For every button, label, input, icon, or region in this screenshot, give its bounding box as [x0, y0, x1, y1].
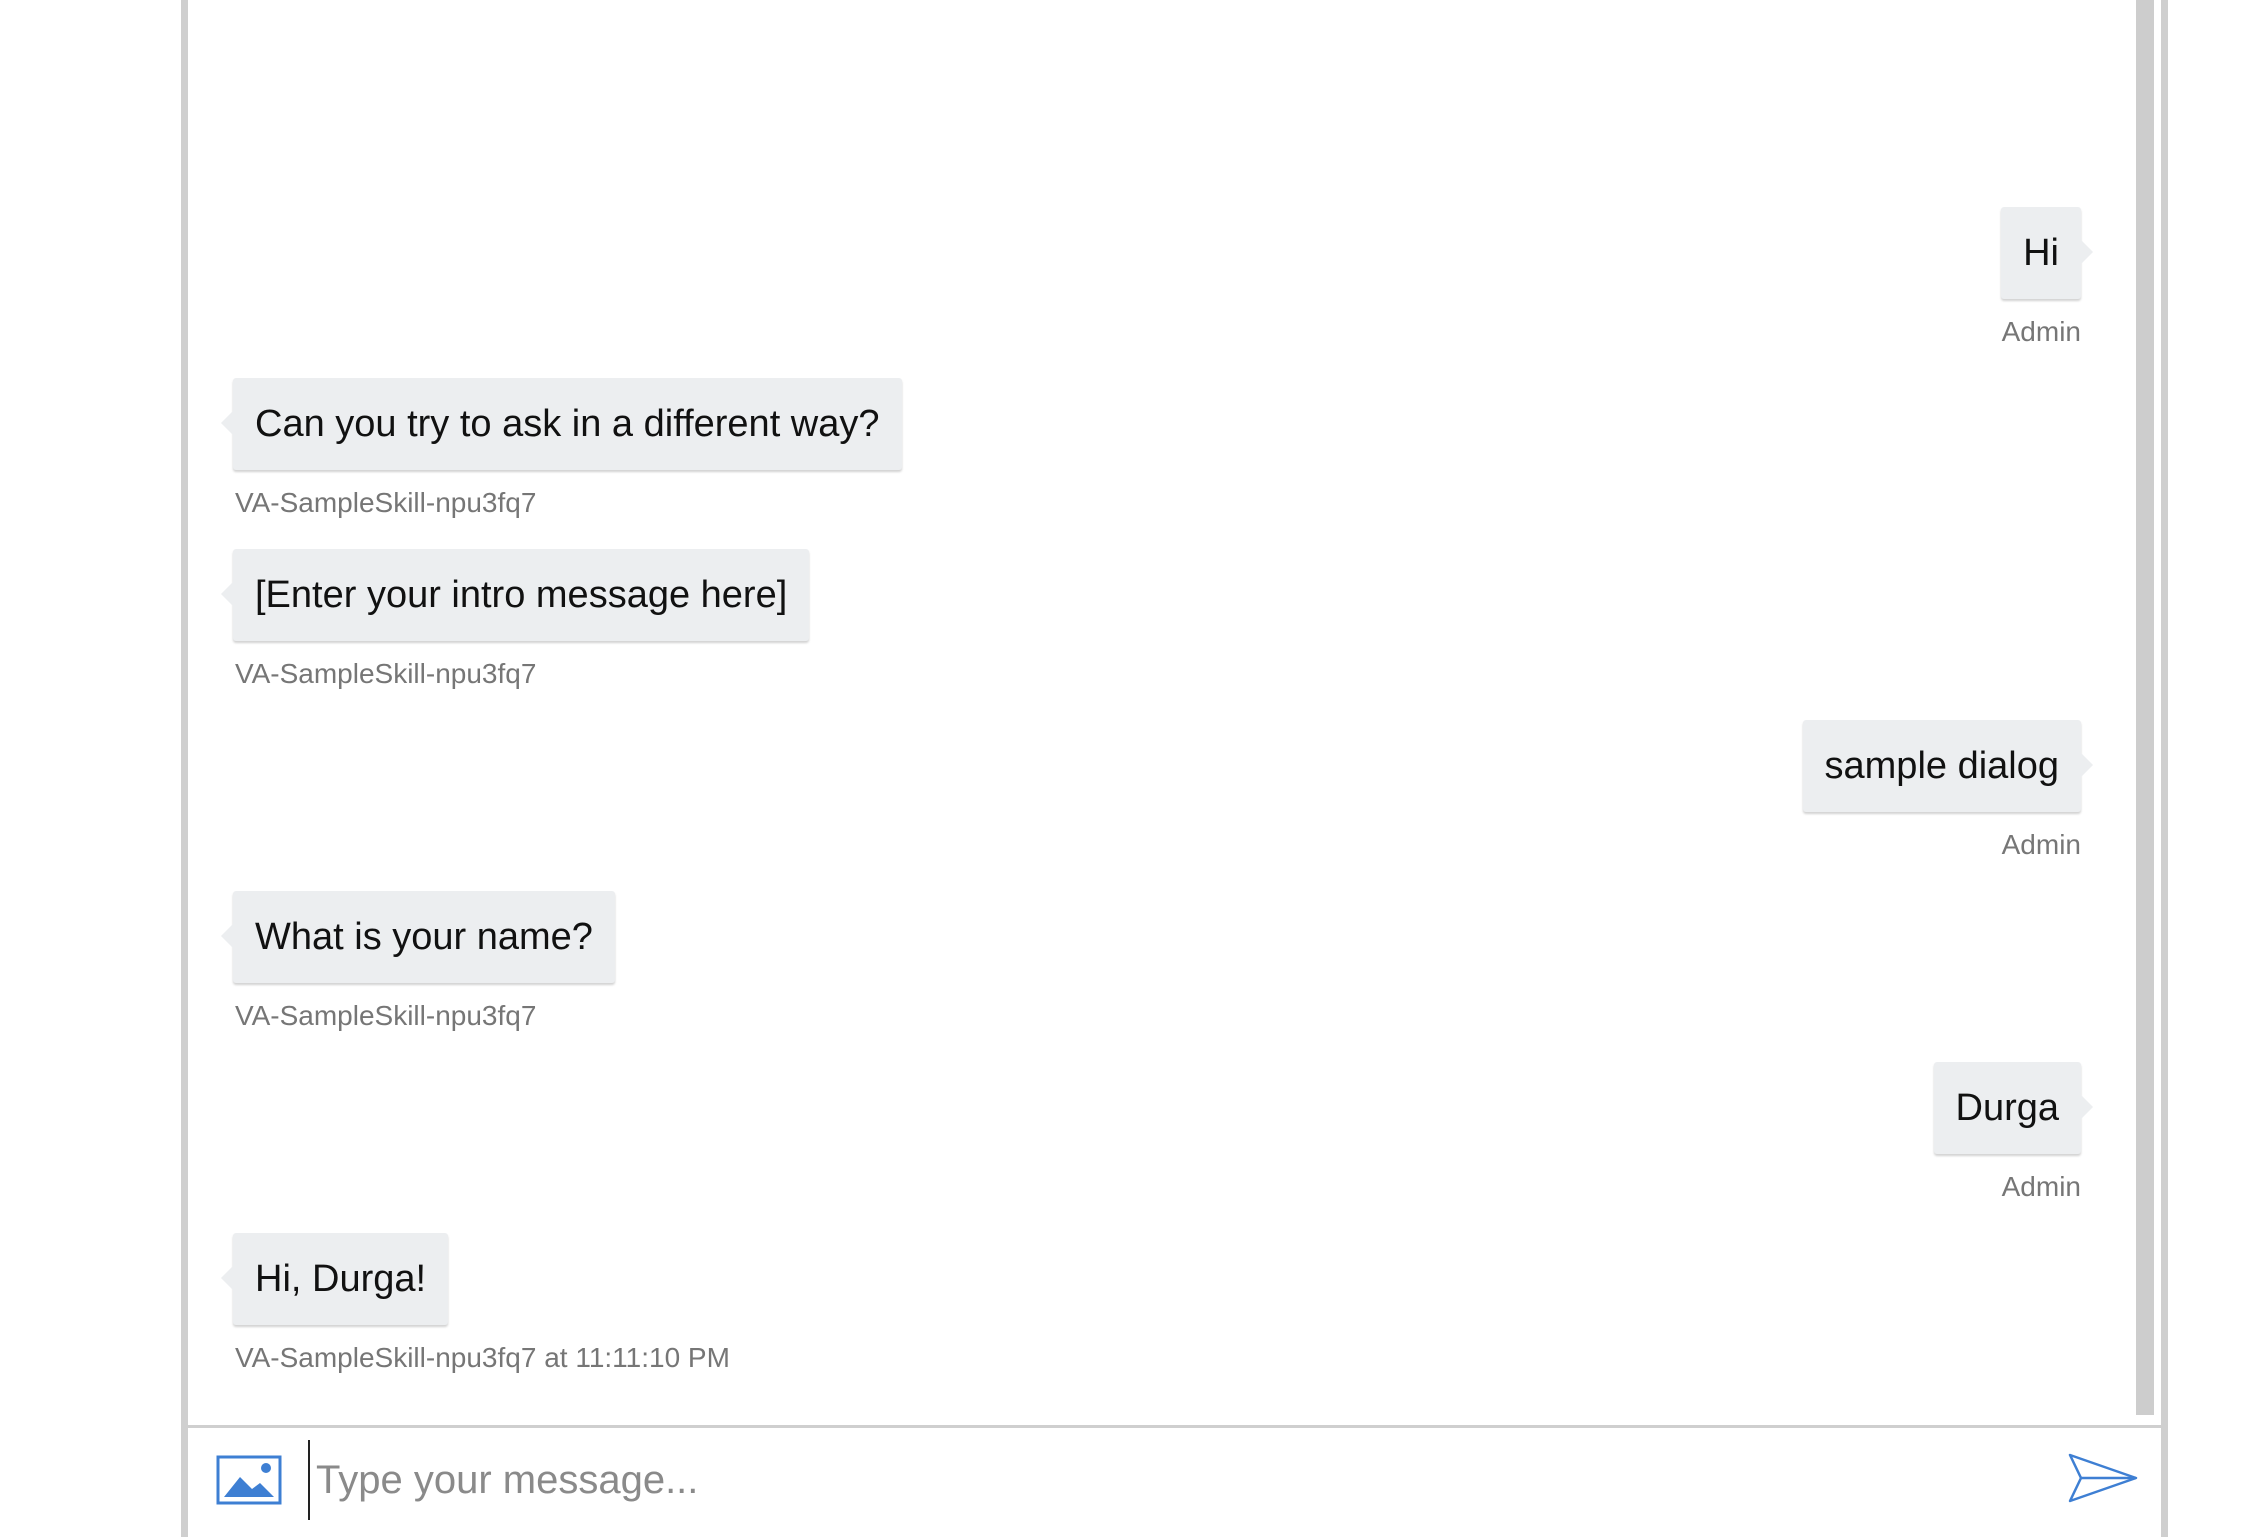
message-sender: Admin	[2001, 829, 2081, 860]
message-user-3: Durga Admin	[1933, 1062, 2093, 1204]
message-user-1: Hi Admin	[2001, 207, 2093, 349]
message-bubble: sample dialog	[1802, 720, 2094, 812]
send-icon	[2068, 1453, 2138, 1503]
message-bot-2: [Enter your intro message here] VA-Sampl…	[220, 549, 810, 691]
message-history[interactable]: Hi Admin Can you try to ask in a differe…	[188, 0, 2138, 1425]
message-bubble: [Enter your intro message here]	[220, 549, 810, 641]
message-sender: VA-SampleSkill-npu3fq7	[235, 487, 537, 518]
message-bubble: Can you try to ask in a different way?	[221, 378, 902, 470]
message-bubble: Durga	[1933, 1062, 2093, 1154]
message-sender: Admin	[2001, 316, 2081, 347]
message-bot-4: Hi, Durga! VA-SampleSkill-npu3fq7 at 11:…	[220, 1233, 730, 1375]
message-sender: VA-SampleSkill-npu3fq7	[235, 658, 537, 689]
message-sender: Admin	[2001, 1171, 2081, 1202]
send-button[interactable]	[2067, 1452, 2139, 1504]
upload-image-button[interactable]	[216, 1455, 282, 1505]
message-bot-3: What is your name? VA-SampleSkill-npu3fq…	[221, 891, 615, 1033]
message-bubble: What is your name?	[221, 891, 615, 983]
message-bubble: Hi, Durga!	[220, 1233, 449, 1325]
message-user-2: sample dialog Admin	[1802, 720, 2094, 862]
history-scrollbar[interactable]	[2136, 0, 2154, 1415]
message-input[interactable]	[308, 1440, 1988, 1520]
message-sender: VA-SampleSkill-npu3fq7 at 11:11:10 PM	[235, 1342, 730, 1373]
image-icon	[216, 1455, 282, 1505]
chat-frame: Hi Admin Can you try to ask in a differe…	[181, 0, 2168, 1537]
message-bot-1: Can you try to ask in a different way? V…	[221, 378, 902, 520]
message-bubble: Hi	[2001, 207, 2093, 299]
page: Hi Admin Can you try to ask in a differe…	[0, 0, 2248, 1537]
message-sender: VA-SampleSkill-npu3fq7	[235, 1000, 537, 1031]
input-bar	[188, 1425, 2161, 1537]
